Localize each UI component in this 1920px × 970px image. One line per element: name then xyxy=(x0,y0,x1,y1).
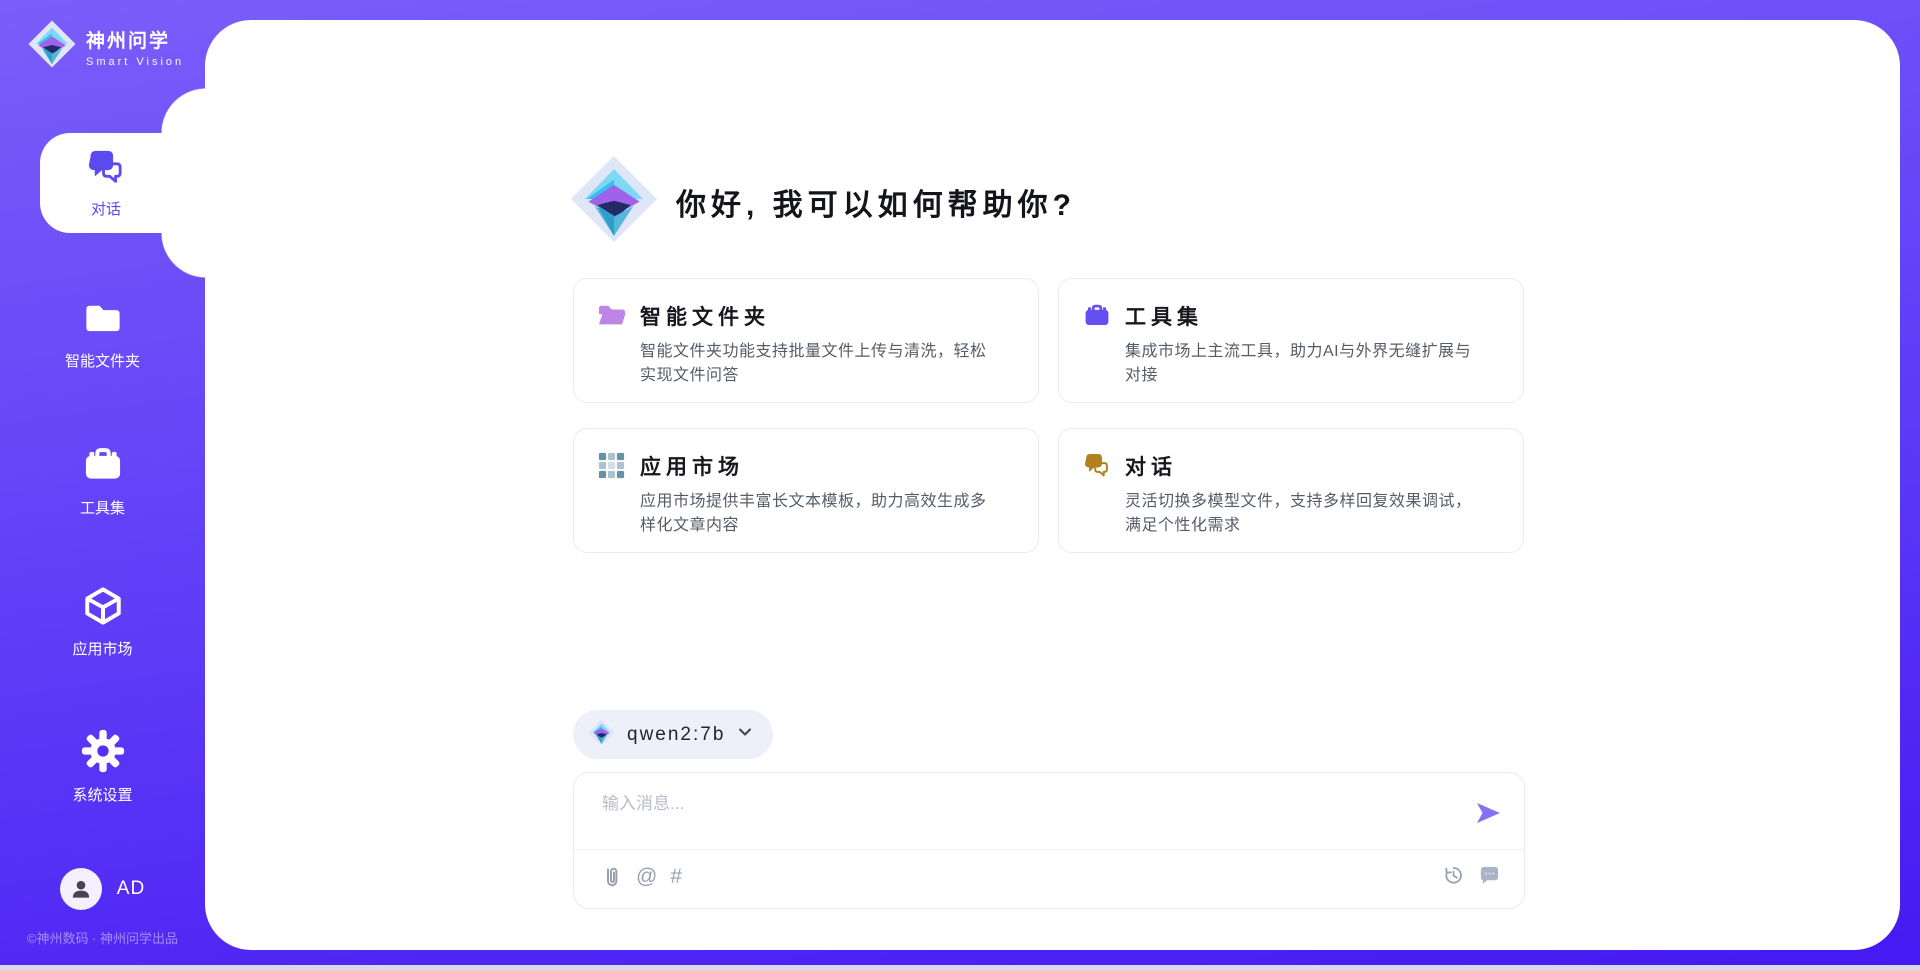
card-app-market[interactable]: 应用市场 应用市场提供丰富长文本模板，助力高效生成多样化文章内容 xyxy=(573,428,1039,553)
avatar xyxy=(60,868,102,910)
sidebar-item-label: 应用市场 xyxy=(72,638,132,659)
sidebar-item-label: 工具集 xyxy=(80,497,125,518)
card-title: 对话 xyxy=(1125,451,1499,481)
card-smart-folder[interactable]: 智能文件夹 智能文件夹功能支持批量文件上传与清洗，轻松实现文件问答 xyxy=(573,278,1039,403)
quick-reply-button[interactable] xyxy=(1479,865,1500,886)
attachment-button[interactable] xyxy=(601,865,623,889)
tab-fillet-top xyxy=(160,87,206,133)
mention-button[interactable]: @ xyxy=(636,864,657,890)
sidebar: 神州问学 Smart Vision 对话 智能文件夹 工具集 xyxy=(0,0,205,970)
cube-icon xyxy=(82,585,124,632)
card-description: 灵活切换多模型文件，支持多样回复效果调试，满足个性化需求 xyxy=(1125,490,1485,538)
send-button[interactable] xyxy=(1474,799,1502,827)
gear-icon xyxy=(81,729,125,778)
card-toolbox[interactable]: 工具集 集成市场上主流工具，助力AI与外界无缝扩展与对接 xyxy=(1058,278,1524,403)
sidebar-item-label: 智能文件夹 xyxy=(65,350,140,371)
open-folder-icon xyxy=(598,302,626,330)
model-logo-icon xyxy=(588,719,615,751)
sidebar-item-label: 对话 xyxy=(91,198,121,219)
message-composer: @ # xyxy=(573,772,1525,909)
composer-right-tools xyxy=(1442,864,1500,886)
main-panel: 你好, 我可以如何帮助你? 智能文件夹 智能文件夹功能支持批量文件上传与清洗，轻… xyxy=(205,20,1900,950)
brand-logo: 神州问学 Smart Vision xyxy=(28,20,184,73)
chevron-down-icon xyxy=(737,724,753,745)
card-title: 应用市场 xyxy=(640,451,1014,481)
model-selector[interactable]: qwen2:7b xyxy=(573,710,773,759)
sidebar-item-label: 系统设置 xyxy=(72,784,132,805)
card-title: 智能文件夹 xyxy=(640,301,1014,331)
user-avatar-icon xyxy=(68,876,94,902)
card-description: 智能文件夹功能支持批量文件上传与清洗，轻松实现文件问答 xyxy=(640,340,1000,388)
user-initials: AD xyxy=(117,878,145,900)
brand-title: 神州问学 xyxy=(86,26,184,53)
screen-bottom-edge xyxy=(0,965,1920,970)
brand-subtitle: Smart Vision xyxy=(86,56,184,68)
toolbox-icon xyxy=(1083,302,1111,330)
card-chat[interactable]: 对话 灵活切换多模型文件，支持多样回复效果调试，满足个性化需求 xyxy=(1058,428,1524,553)
history-button[interactable] xyxy=(1442,864,1464,886)
feature-cards: 智能文件夹 智能文件夹功能支持批量文件上传与清洗，轻松实现文件问答 工具集 集成… xyxy=(573,278,1525,553)
brand-text: 神州问学 Smart Vision xyxy=(86,26,184,68)
user-profile[interactable]: AD xyxy=(0,868,205,910)
tab-fillet-bottom xyxy=(160,233,206,279)
history-icon xyxy=(1442,864,1464,886)
brand-diamond-icon xyxy=(28,20,76,73)
assistant-logo-icon xyxy=(570,155,658,248)
greeting-block: 你好, 我可以如何帮助你? xyxy=(570,155,1076,248)
send-icon xyxy=(1474,799,1502,827)
folder-icon xyxy=(82,297,124,344)
paperclip-icon xyxy=(601,865,623,889)
hashtag-button[interactable]: # xyxy=(670,864,682,890)
composer-divider xyxy=(574,849,1524,850)
sidebar-item-toolbox[interactable]: 工具集 xyxy=(0,444,205,518)
sidebar-item-smart-folder[interactable]: 智能文件夹 xyxy=(0,297,205,371)
card-description: 应用市场提供丰富长文本模板，助力高效生成多样化文章内容 xyxy=(640,490,1000,538)
sidebar-item-app-market[interactable]: 应用市场 xyxy=(0,585,205,659)
greeting-text: 你好, 我可以如何帮助你? xyxy=(676,180,1076,224)
message-input[interactable] xyxy=(602,789,1452,844)
model-name: qwen2:7b xyxy=(627,724,725,746)
card-title: 工具集 xyxy=(1125,301,1499,331)
chat-bubble-icon xyxy=(1479,865,1500,886)
sidebar-item-settings[interactable]: 系统设置 xyxy=(0,729,205,805)
chat-bubbles-icon xyxy=(86,148,126,193)
sidebar-footer: ©神州数码 · 神州问学出品 xyxy=(0,928,205,947)
card-description: 集成市场上主流工具，助力AI与外界无缝扩展与对接 xyxy=(1125,340,1485,388)
chat-bubbles-icon xyxy=(1083,452,1111,480)
sidebar-item-chat[interactable]: 对话 xyxy=(40,133,206,233)
toolbox-icon xyxy=(82,444,124,491)
composer-tools: @ # xyxy=(601,864,682,890)
app-grid-icon xyxy=(598,452,626,480)
